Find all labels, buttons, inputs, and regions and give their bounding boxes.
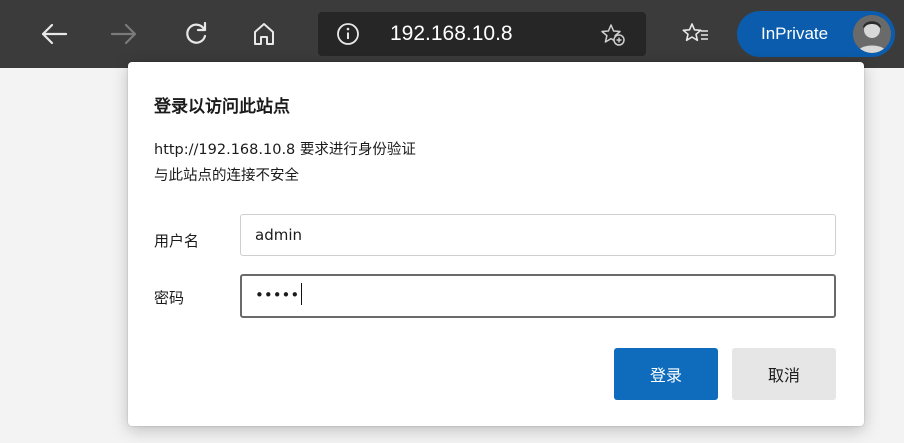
forward-icon[interactable] bbox=[104, 14, 144, 54]
profile-avatar bbox=[853, 15, 891, 53]
refresh-icon[interactable] bbox=[176, 14, 216, 54]
username-label: 用户名 bbox=[154, 232, 200, 250]
password-value: ••••• bbox=[255, 286, 300, 304]
username-value: admin bbox=[255, 226, 302, 244]
info-icon[interactable] bbox=[336, 22, 360, 50]
login-button[interactable]: 登录 bbox=[614, 348, 718, 400]
back-icon[interactable] bbox=[34, 14, 74, 54]
password-label: 密码 bbox=[154, 289, 185, 307]
cancel-button[interactable]: 取消 bbox=[732, 348, 836, 400]
add-favorite-icon[interactable] bbox=[600, 23, 626, 51]
address-text[interactable]: 192.168.10.8 bbox=[390, 22, 513, 46]
auth-required-text: http://192.168.10.8 要求进行身份验证 bbox=[154, 142, 416, 158]
password-input[interactable]: ••••• bbox=[240, 274, 836, 318]
dialog-title: 登录以访问此站点 bbox=[154, 97, 290, 117]
sign-in-dialog: 登录以访问此站点 http://192.168.10.8 要求进行身份验证 与此… bbox=[128, 62, 864, 426]
insecure-connection-text: 与此站点的连接不安全 bbox=[154, 168, 299, 184]
browser-toolbar: 192.168.10.8 InPrivate bbox=[0, 0, 904, 68]
text-caret bbox=[301, 283, 303, 305]
address-bar[interactable]: 192.168.10.8 bbox=[318, 12, 646, 56]
home-icon[interactable] bbox=[244, 14, 284, 54]
inprivate-profile-button[interactable]: InPrivate bbox=[737, 11, 895, 57]
inprivate-label: InPrivate bbox=[761, 24, 829, 43]
username-input[interactable]: admin bbox=[240, 214, 836, 256]
favorites-icon[interactable] bbox=[676, 14, 716, 54]
